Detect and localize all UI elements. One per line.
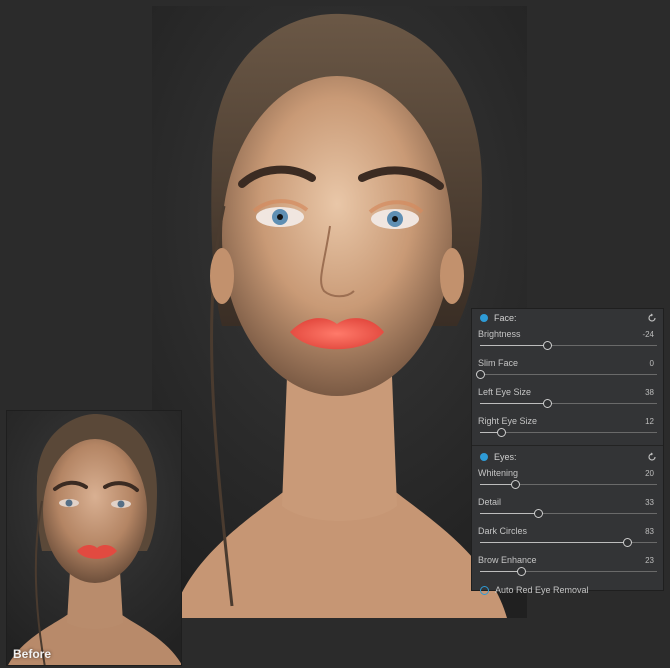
slider-track[interactable] <box>480 428 657 437</box>
section-divider <box>472 445 663 446</box>
auto-red-eye-checkbox[interactable]: Auto Red Eye Removal <box>472 582 663 598</box>
slider-handle[interactable] <box>516 567 526 576</box>
slider-value: 0 <box>649 359 654 368</box>
slider-value: 83 <box>645 527 654 536</box>
slider-track[interactable] <box>480 567 657 576</box>
slider-value: 23 <box>645 556 654 565</box>
slider-handle[interactable] <box>543 341 553 350</box>
slider-value: -24 <box>642 330 654 339</box>
slider-label: Right Eye Size <box>478 416 538 426</box>
slider-value: 38 <box>645 388 654 397</box>
slider-value: 12 <box>645 417 654 426</box>
eyes-section-title: Eyes: <box>494 452 517 462</box>
before-portrait-illustration <box>8 413 181 665</box>
slider-fill <box>480 484 516 485</box>
face-section-title: Face: <box>494 313 517 323</box>
slider-track[interactable] <box>480 399 657 408</box>
slider-brightness[interactable]: Brightness -24 <box>472 327 663 356</box>
slider-handle[interactable] <box>497 428 507 437</box>
slider-handle[interactable] <box>543 399 553 408</box>
before-photo: Before <box>6 410 182 666</box>
adjustment-panel: Face: Brightness -24 Slim Face 0 Left Eye Si… <box>471 308 664 595</box>
face-section-header[interactable]: Face: <box>472 309 663 327</box>
auto-red-eye-label: Auto Red Eye Removal <box>495 585 589 595</box>
before-label: Before <box>13 647 52 661</box>
slider-label: Detail <box>478 497 502 507</box>
eyes-section-header[interactable]: Eyes: <box>472 448 663 466</box>
slider-label: Brow Enhance <box>478 555 537 565</box>
slider-value: 33 <box>645 498 654 507</box>
checkbox-circle-icon[interactable] <box>480 585 489 595</box>
slider-label: Dark Circles <box>478 526 528 536</box>
slider-track[interactable] <box>480 480 657 489</box>
slider-label: Whitening <box>478 468 519 478</box>
slider-handle[interactable] <box>476 370 485 379</box>
slider-fill <box>480 513 539 514</box>
slider-track[interactable] <box>476 370 657 379</box>
slider-brow-enhance[interactable]: Brow Enhance 23 <box>472 553 663 582</box>
slider-right-eye-size[interactable]: Right Eye Size 12 <box>472 414 663 443</box>
reset-icon[interactable] <box>647 313 657 323</box>
slider-fill <box>480 403 548 404</box>
slider-label: Left Eye Size <box>478 387 532 397</box>
section-enabled-dot-icon[interactable] <box>480 314 488 322</box>
slider-whitening[interactable]: Whitening 20 <box>472 466 663 495</box>
slider-track[interactable] <box>480 341 657 350</box>
slider-fill <box>480 542 627 543</box>
slider-value: 20 <box>645 469 654 478</box>
slider-fill <box>480 345 548 346</box>
reset-icon[interactable] <box>647 452 657 462</box>
slider-label: Brightness <box>478 329 521 339</box>
section-enabled-dot-icon[interactable] <box>480 453 488 461</box>
slider-detail[interactable]: Detail 33 <box>472 495 663 524</box>
slider-dark-circles[interactable]: Dark Circles 83 <box>472 524 663 553</box>
slider-left-eye-size[interactable]: Left Eye Size 38 <box>472 385 663 414</box>
slider-track[interactable] <box>480 538 657 547</box>
slider-handle[interactable] <box>622 538 632 547</box>
slider-handle[interactable] <box>534 509 544 518</box>
slider-label: Slim Face <box>478 358 519 368</box>
slider-handle[interactable] <box>511 480 521 489</box>
slider-fill <box>480 571 521 572</box>
slider-track[interactable] <box>480 509 657 518</box>
slider-slim-face[interactable]: Slim Face 0 <box>472 356 663 385</box>
